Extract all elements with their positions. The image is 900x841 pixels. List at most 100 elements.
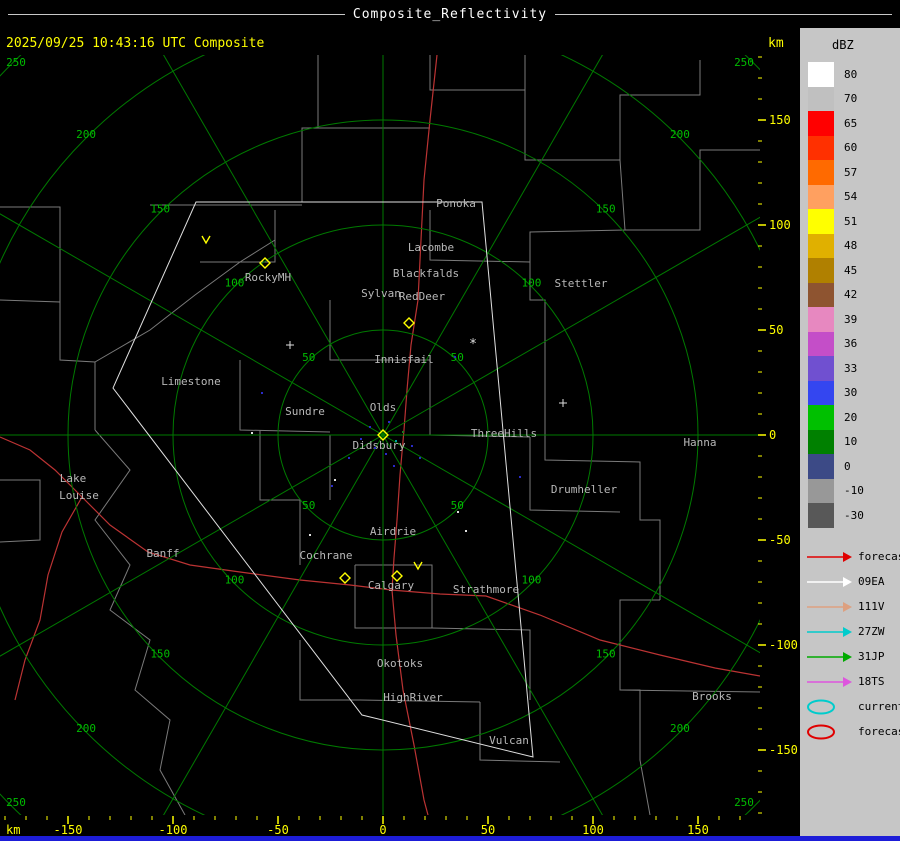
speckle-marker-icon	[331, 485, 333, 487]
x-axis-tick-label: 0	[379, 823, 386, 836]
legend-row-18TS: 18TS	[806, 669, 900, 694]
speckle-marker-icon	[395, 440, 397, 442]
dbz-scale-row: 70	[808, 86, 864, 111]
dbz-scale-row: 10	[808, 429, 864, 454]
dbz-value-label: 42	[844, 288, 858, 302]
range-label: 200	[670, 128, 690, 141]
dbz-color-swatch	[808, 478, 834, 503]
dbz-scale-row: 48	[808, 233, 864, 258]
track-arrow-icon	[807, 576, 852, 587]
speckle-marker-icon	[411, 445, 413, 447]
dot-marker-icon	[309, 534, 311, 536]
range-label: 100	[522, 573, 542, 586]
city-label: Didsbury	[353, 439, 406, 452]
x-axis-tick-label: 50	[481, 823, 495, 836]
legend-row-forecast: forecast	[806, 544, 900, 569]
dbz-scale-row: 0	[808, 454, 864, 479]
y-axis-tick-label: 0	[769, 428, 776, 442]
track-label: forecast	[858, 725, 900, 738]
city-label: Stettler	[555, 277, 608, 290]
dbz-scale-row: 36	[808, 331, 864, 356]
legend-row-current: current	[806, 694, 900, 719]
radar-map[interactable]: 50 50 50 50 100 100 100 100 150 150 150 150 200 200 20…	[0, 55, 800, 836]
dot-marker-icon	[334, 479, 336, 481]
radar-map-layers: 50 50 50 50 100 100 100 100 150 150 150 150 200 200 20…	[0, 55, 760, 815]
dbz-scale-row: 80	[808, 62, 864, 87]
dbz-scale-row: -30	[808, 503, 864, 528]
x-axis-tick-label: 100	[582, 823, 604, 836]
city-label: Limestone	[161, 375, 221, 388]
dbz-value-label: 10	[844, 435, 858, 449]
dbz-color-swatch	[808, 86, 834, 111]
speckle-marker-icon	[454, 356, 456, 358]
x-axis-tick-label: -150	[54, 823, 83, 836]
dbz-value-label: 65	[844, 116, 858, 130]
dot-marker-icon	[251, 432, 253, 434]
dbz-value-label: 33	[844, 361, 858, 375]
city-label: Innisfail	[374, 353, 434, 366]
x-axis-tick-label: -50	[267, 823, 289, 836]
track-ellipse-icon	[807, 724, 835, 739]
range-label: 250	[734, 56, 754, 69]
dbz-color-swatch	[808, 135, 834, 160]
city-label: Ponoka	[436, 197, 476, 210]
range-label: 50	[451, 351, 464, 364]
range-label: 200	[76, 128, 96, 141]
x-axis-tick-label: -100	[159, 823, 188, 836]
speckle-marker-icon	[419, 457, 421, 459]
city-label: HighRiver	[383, 691, 443, 704]
range-label: 250	[6, 56, 26, 69]
y-axis-tick-label: -50	[769, 533, 791, 547]
city-label: Strathmore	[453, 583, 519, 596]
legend-row-forecast: forecast	[806, 719, 900, 744]
city-label: Blackfalds	[393, 267, 459, 280]
y-axis-tick-label: 150	[769, 113, 791, 127]
dbz-scale-row: 45	[808, 258, 864, 283]
dbz-scale-row: 60	[808, 135, 864, 160]
title-rule-right	[555, 13, 892, 15]
y-axis-tick-label: 50	[769, 323, 783, 337]
dbz-unit-label: dBZ	[832, 38, 854, 52]
dbz-color-scale: 80 70 65 60 57 54 51 48 45 42 39 36 33 30 20 10 0 -10 -30	[808, 62, 864, 528]
city-label: Sundre	[285, 405, 325, 418]
dbz-value-label: 20	[844, 410, 858, 424]
speckle-marker-icon	[388, 421, 390, 423]
city-label: Okotoks	[377, 657, 423, 670]
dot-marker-icon	[465, 530, 467, 532]
x-axis-unit: km	[6, 823, 20, 836]
speckle-marker-icon	[385, 453, 387, 455]
dbz-color-swatch	[808, 405, 834, 430]
asterisk-marker-icon: *	[469, 337, 477, 352]
range-label: 150	[596, 648, 616, 661]
city-label: Drumheller	[551, 483, 618, 496]
legend-row-09EA: 09EA	[806, 569, 900, 594]
dbz-scale-row: 33	[808, 356, 864, 381]
legend-row-27ZW: 27ZW	[806, 619, 900, 644]
track-label: 31JP	[858, 650, 885, 663]
track-label: forecast	[858, 550, 900, 563]
dbz-color-swatch	[808, 209, 834, 234]
speckle-marker-icon	[369, 426, 371, 428]
y-axis-tick-label: -150	[769, 743, 798, 757]
city-label: Lacombe	[408, 241, 454, 254]
dbz-value-label: -30	[844, 508, 864, 522]
city-label: Olds	[370, 401, 397, 414]
range-label: 50	[302, 351, 315, 364]
city-label: RockyMH	[245, 271, 291, 284]
timestamp: 2025/09/25 10:43:16 UTC Composite	[6, 36, 265, 51]
dbz-value-label: 54	[844, 190, 858, 204]
window-border-bottom	[0, 836, 900, 841]
speckle-marker-icon	[402, 431, 404, 433]
dbz-scale-row: -10	[808, 478, 864, 503]
track-arrow-icon	[807, 626, 852, 637]
track-label: 27ZW	[858, 625, 885, 638]
range-label: 150	[596, 202, 616, 215]
dbz-scale-row: 20	[808, 405, 864, 430]
track-arrow-icon	[807, 551, 852, 562]
dbz-scale-row: 57	[808, 160, 864, 185]
track-arrow-icon	[807, 651, 852, 662]
track-label: 111V	[858, 600, 885, 613]
legend-panel: dBZ 80 70 65 60 57 54 51 48 45 42 39 36 33 30 20 10 0 -10…	[800, 28, 900, 841]
title-rule-left	[8, 13, 345, 15]
city-label: Banff	[146, 547, 179, 560]
